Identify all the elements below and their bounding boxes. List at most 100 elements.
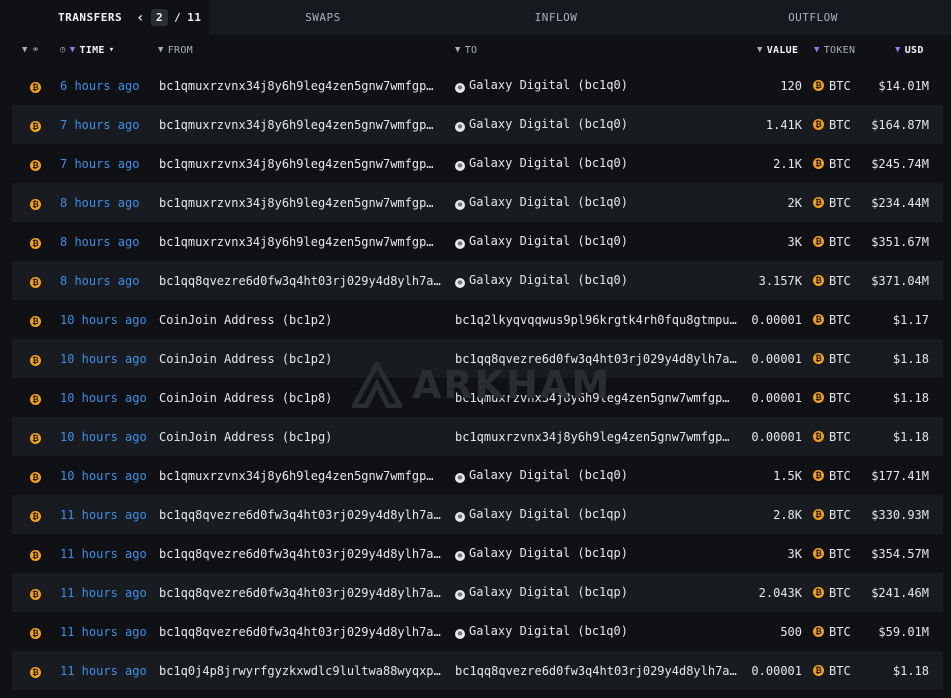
- row-time-link[interactable]: 8 hours ago: [60, 235, 155, 249]
- filter-icon[interactable]: ▼: [757, 45, 763, 55]
- bitcoin-icon[interactable]: ₿: [30, 274, 41, 288]
- bitcoin-icon[interactable]: ₿: [30, 196, 41, 210]
- table-row[interactable]: ₿ 6 hours ago bc1qmuxrzvnx34j8y6h9leg4zen5…: [12, 66, 943, 105]
- row-time-link[interactable]: 7 hours ago: [60, 157, 155, 171]
- filter-icon[interactable]: ▼: [895, 45, 901, 55]
- bitcoin-icon[interactable]: ₿: [30, 664, 41, 678]
- bitcoin-icon[interactable]: ₿: [30, 118, 41, 132]
- row-time-link[interactable]: 8 hours ago: [60, 274, 155, 288]
- row-from-address[interactable]: bc1qmuxrzvnx34j8y6h9leg4zen5gnw7wmfgp…: [159, 196, 445, 210]
- row-to-address[interactable]: ✵ Galaxy Digital (bc1q0): [455, 273, 745, 288]
- row-to-address[interactable]: ✵ Galaxy Digital (bc1q0): [455, 624, 745, 639]
- row-from-address[interactable]: bc1qmuxrzvnx34j8y6h9leg4zen5gnw7wmfgp…: [159, 118, 445, 132]
- row-from-address[interactable]: bc1qq8qvezre6d0fw3q4ht03rj029y4d8ylh7a…: [159, 547, 445, 561]
- chevron-left-icon[interactable]: ‹: [136, 11, 145, 25]
- from-column-header[interactable]: ▼ FROM: [158, 45, 193, 56]
- table-row[interactable]: ₿ 7 hours ago bc1qmuxrzvnx34j8y6h9leg4zen5…: [12, 144, 943, 183]
- row-to-address[interactable]: ✵ Galaxy Digital (bc1qp): [455, 546, 745, 561]
- filter-icon[interactable]: ▼: [814, 45, 820, 55]
- chain-filter[interactable]: ▼ ⚭: [22, 45, 40, 55]
- table-row[interactable]: ₿ 10 hours ago bc1qmuxrzvnx34j8y6h9leg4zen…: [12, 456, 943, 495]
- bitcoin-icon[interactable]: ₿: [30, 508, 41, 522]
- bitcoin-icon[interactable]: ₿: [30, 625, 41, 639]
- table-row[interactable]: ₿ 10 hours ago CoinJoin Address (bc1pg) bc1…: [12, 417, 943, 456]
- tab-inflow[interactable]: INFLOW: [437, 0, 675, 35]
- tab-outflow[interactable]: OUTFLOW: [675, 0, 951, 35]
- row-time-link[interactable]: 10 hours ago: [60, 352, 155, 366]
- row-from-address[interactable]: bc1qmuxrzvnx34j8y6h9leg4zen5gnw7wmfgp…: [159, 235, 445, 249]
- table-row[interactable]: ₿ 11 hours ago bc1qq8qvezre6d0fw3q4ht03rj0…: [12, 495, 943, 534]
- bitcoin-icon[interactable]: ₿: [30, 157, 41, 171]
- table-row[interactable]: ₿ 11 hours ago bc1qq8qvezre6d0fw3q4ht03rj0…: [12, 573, 943, 612]
- row-time-link[interactable]: 11 hours ago: [60, 625, 155, 639]
- bitcoin-icon[interactable]: ₿: [30, 391, 41, 405]
- time-column-header[interactable]: ◷ ▼ TIME ▾: [60, 45, 114, 56]
- row-to-address[interactable]: ✵ Galaxy Digital (bc1q0): [455, 234, 745, 249]
- row-to-address[interactable]: bc1qmuxrzvnx34j8y6h9leg4zen5gnw7wmfgp…: [455, 430, 745, 444]
- bitcoin-icon[interactable]: ₿: [30, 430, 41, 444]
- tab-swaps[interactable]: SWAPS: [209, 0, 437, 35]
- filter-icon[interactable]: ▼: [158, 45, 164, 55]
- row-to-address[interactable]: bc1qq8qvezre6d0fw3q4ht03rj029y4d8ylh7a…: [455, 664, 745, 678]
- row-from-address[interactable]: bc1qmuxrzvnx34j8y6h9leg4zen5gnw7wmfgp…: [159, 79, 445, 93]
- pager-current[interactable]: 2: [151, 9, 169, 26]
- row-from-address[interactable]: bc1qq8qvezre6d0fw3q4ht03rj029y4d8ylh7a…: [159, 625, 445, 639]
- row-time-link[interactable]: 10 hours ago: [60, 469, 155, 483]
- table-row[interactable]: ₿ 10 hours ago CoinJoin Address (bc1p2) bc1…: [12, 339, 943, 378]
- bitcoin-icon[interactable]: ₿: [30, 352, 41, 366]
- row-time-link[interactable]: 10 hours ago: [60, 430, 155, 444]
- table-row[interactable]: ₿ 8 hours ago bc1qq8qvezre6d0fw3q4ht03rj02…: [12, 261, 943, 300]
- bitcoin-icon[interactable]: ₿: [30, 547, 41, 561]
- row-to-address[interactable]: bc1q2lkyqvqqwus9pl96krgtk4rh0fqu8gtmpu…: [455, 313, 745, 327]
- row-to-address[interactable]: ✵ Galaxy Digital (bc1q0): [455, 156, 745, 171]
- link-icon[interactable]: ⚭: [32, 45, 40, 55]
- filter-icon[interactable]: ▼: [455, 45, 461, 55]
- row-to-address[interactable]: ✵ Galaxy Digital (bc1q0): [455, 468, 745, 483]
- row-from-address[interactable]: bc1qmuxrzvnx34j8y6h9leg4zen5gnw7wmfgp…: [159, 157, 445, 171]
- row-from-address[interactable]: CoinJoin Address (bc1p8): [159, 391, 445, 405]
- row-to-address[interactable]: ✵ Galaxy Digital (bc1q0): [455, 195, 745, 210]
- row-from-address[interactable]: CoinJoin Address (bc1p2): [159, 352, 445, 366]
- row-time-link[interactable]: 10 hours ago: [60, 313, 155, 327]
- sort-desc-icon[interactable]: ▾: [109, 45, 115, 55]
- to-column-header[interactable]: ▼ TO: [455, 45, 477, 56]
- row-to-address[interactable]: ✵ Galaxy Digital (bc1q0): [455, 117, 745, 132]
- table-row[interactable]: ₿ 8 hours ago bc1qmuxrzvnx34j8y6h9leg4zen5…: [12, 222, 943, 261]
- bitcoin-icon[interactable]: ₿: [30, 313, 41, 327]
- value-column-header[interactable]: ▼ VALUE: [757, 45, 798, 56]
- bitcoin-icon[interactable]: ₿: [30, 235, 41, 249]
- filter-icon[interactable]: ▼: [22, 45, 28, 55]
- row-time-link[interactable]: 6 hours ago: [60, 79, 155, 93]
- row-to-address[interactable]: bc1qq8qvezre6d0fw3q4ht03rj029y4d8ylh7a…: [455, 352, 745, 366]
- row-to-address[interactable]: ✵ Galaxy Digital (bc1q0): [455, 78, 745, 93]
- bitcoin-icon[interactable]: ₿: [30, 469, 41, 483]
- table-row[interactable]: ₿ 11 hours ago bc1qq8qvezre6d0fw3q4ht03rj0…: [12, 612, 943, 651]
- row-time-link[interactable]: 11 hours ago: [60, 586, 155, 600]
- row-time-link[interactable]: 8 hours ago: [60, 196, 155, 210]
- row-time-link[interactable]: 11 hours ago: [60, 664, 155, 678]
- table-row[interactable]: ₿ 11 hours ago bc1qq8qvezre6d0fw3q4ht03rj0…: [12, 534, 943, 573]
- row-to-address[interactable]: bc1qmuxrzvnx34j8y6h9leg4zen5gnw7wmfgp…: [455, 391, 745, 405]
- table-row[interactable]: ₿ 10 hours ago CoinJoin Address (bc1p8) bc1…: [12, 378, 943, 417]
- usd-column-header[interactable]: ▼ USD: [895, 45, 924, 56]
- row-from-address[interactable]: CoinJoin Address (bc1p2): [159, 313, 445, 327]
- bitcoin-icon[interactable]: ₿: [30, 586, 41, 600]
- row-to-address[interactable]: ✵ Galaxy Digital (bc1qp): [455, 507, 745, 522]
- row-from-address[interactable]: bc1qmuxrzvnx34j8y6h9leg4zen5gnw7wmfgp…: [159, 469, 445, 483]
- row-from-address[interactable]: bc1qq8qvezre6d0fw3q4ht03rj029y4d8ylh7a…: [159, 274, 445, 288]
- row-to-address[interactable]: ✵ Galaxy Digital (bc1qp): [455, 585, 745, 600]
- row-time-link[interactable]: 10 hours ago: [60, 391, 155, 405]
- token-column-header[interactable]: ▼ TOKEN: [814, 45, 855, 56]
- row-from-address[interactable]: bc1q0j4p8jrwyrfgyzkxwdlc9lultwa88wyqxp…: [159, 664, 445, 678]
- table-row[interactable]: ₿ 11 hours ago bc1q0j4p8jrwyrfgyzkxwdlc9lu…: [12, 651, 943, 690]
- row-time-link[interactable]: 7 hours ago: [60, 118, 155, 132]
- row-from-address[interactable]: CoinJoin Address (bc1pg): [159, 430, 445, 444]
- table-row[interactable]: ₿ 7 hours ago bc1qmuxrzvnx34j8y6h9leg4zen5…: [12, 105, 943, 144]
- tab-transfers[interactable]: TRANSFERS ‹ 2 / 11 ›: [0, 0, 216, 35]
- row-from-address[interactable]: bc1qq8qvezre6d0fw3q4ht03rj029y4d8ylh7a…: [159, 508, 445, 522]
- bitcoin-icon[interactable]: ₿: [30, 79, 41, 93]
- table-row[interactable]: ₿ 10 hours ago CoinJoin Address (bc1p2) bc1…: [12, 300, 943, 339]
- row-time-link[interactable]: 11 hours ago: [60, 508, 155, 522]
- row-time-link[interactable]: 11 hours ago: [60, 547, 155, 561]
- table-row[interactable]: ₿ 8 hours ago bc1qmuxrzvnx34j8y6h9leg4zen5…: [12, 183, 943, 222]
